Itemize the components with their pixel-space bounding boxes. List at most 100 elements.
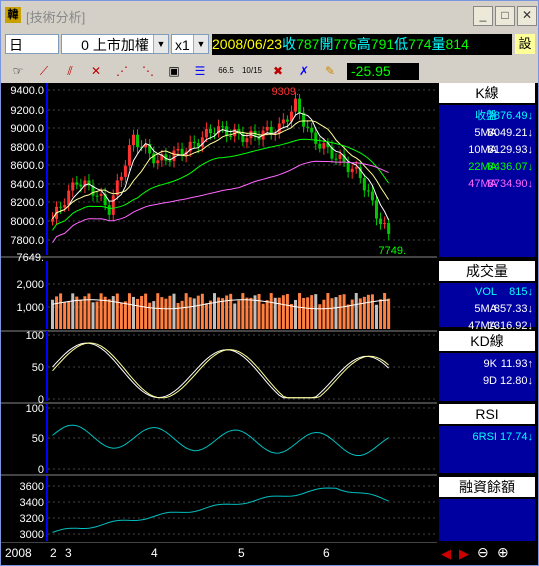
pen-icon[interactable]: ✎ [319, 60, 341, 82]
volume-bar [233, 303, 237, 329]
k-value-text: 8436.07 [487, 161, 528, 173]
candle-body [67, 190, 71, 206]
zoom-select[interactable]: x1 ▼ [171, 34, 209, 54]
k-panel-title[interactable]: K線 [439, 83, 535, 103]
x-axis-label: 3 [65, 546, 72, 560]
candle-body [136, 134, 140, 147]
vol-value-text: 815 [509, 286, 528, 298]
scroll-right-icon[interactable]: ▶ [459, 546, 469, 562]
candle-body [314, 132, 318, 144]
volume-bar [140, 295, 144, 329]
draw-channel-icon[interactable]: ⫽ [59, 60, 81, 82]
fan-lines-icon[interactable]: ⋰ [111, 60, 133, 82]
candle-body [156, 160, 160, 164]
ma5-line [52, 112, 390, 221]
kd-line-1: 9D 12.80↓ [439, 374, 535, 388]
candle-body [192, 141, 196, 143]
quote-open-label: 開 [319, 36, 334, 52]
candle-body [306, 126, 310, 128]
candle-body [123, 165, 127, 177]
candle-body [229, 136, 233, 138]
chart-area[interactable]: 9400.0 9200.0 9000.0 8800.0 8600.0 8400.0 8200… [1, 83, 437, 543]
delete-drawing-icon[interactable]: ✖ [267, 60, 289, 82]
period-select[interactable]: 日 [5, 34, 59, 54]
minimize-button[interactable]: _ [473, 6, 493, 26]
settings-button[interactable]: 設 [515, 34, 535, 54]
zoom-in-icon[interactable]: ⊕ [497, 544, 509, 561]
volume-bar [107, 299, 111, 329]
close-button[interactable]: ✕ [517, 6, 537, 26]
volume-bar [350, 299, 354, 329]
gann-icon[interactable]: ☰ [189, 60, 211, 82]
zoom-out-icon[interactable]: ⊖ [477, 544, 489, 561]
maximize-button[interactable]: □ [495, 6, 515, 26]
candle-body [75, 182, 79, 185]
y-tick-label: 7649. [16, 252, 44, 264]
fib-1015-icon[interactable]: 10/15 [241, 60, 263, 82]
volume-bar [213, 293, 216, 329]
volume-bar [136, 298, 140, 329]
kd-value-text: 11.93 [500, 358, 528, 370]
kd-arrow-icon: ↑ [527, 358, 534, 370]
candle-body [79, 184, 83, 187]
margin-panel-title[interactable]: 融資餘額 [439, 477, 535, 497]
volume-bar [168, 295, 172, 329]
candle-body [176, 148, 180, 151]
cross-tool-icon[interactable]: ✗ [293, 60, 315, 82]
volume-bar [346, 304, 350, 329]
vol-panel-title[interactable]: 成交量 [439, 261, 535, 281]
y-tick-label: 8400.0 [10, 179, 44, 191]
quote-high-label: 高 [356, 36, 371, 52]
volume-bar [91, 302, 95, 329]
candle-body [277, 123, 281, 134]
volume-bar [277, 297, 281, 329]
volume-bar [265, 300, 269, 329]
volume-bar [294, 299, 297, 329]
y-tick-label: 1,000 [16, 302, 44, 314]
candle-body [375, 200, 378, 219]
rsi-line-value: 17.74↓ [500, 430, 533, 444]
index-select[interactable]: 0 上市加權 ▼ [61, 34, 169, 54]
volume-bar [208, 300, 212, 329]
scroll-left-icon[interactable]: ◀ [441, 546, 451, 562]
vol-line-0: VOL 815↓ [439, 285, 535, 299]
chevron-down-icon[interactable]: ▼ [193, 35, 208, 53]
volume-bar [127, 293, 131, 329]
quote-open-value: 776 [333, 36, 357, 52]
volume-bar [310, 295, 314, 329]
ma10-line [52, 120, 390, 220]
fib-618-icon[interactable]: 66.5 [215, 60, 237, 82]
volume-bar [55, 296, 59, 329]
volume-bar [63, 302, 67, 329]
y-tick-label: 100 [26, 330, 44, 342]
volume-bar [241, 293, 245, 329]
stock-chart: 9400.0 9200.0 9000.0 8800.0 8600.0 8400.0 8200… [1, 83, 437, 543]
hand-icon[interactable]: ☞ [7, 60, 29, 82]
y-tick-label: 8000.0 [10, 216, 44, 228]
k-line-value: 8734.90↓ [488, 177, 533, 191]
k-line-value: 8129.93↓ [488, 143, 533, 157]
candle-body [99, 194, 103, 196]
quote-close-label: 收 [282, 36, 297, 52]
volume-ma-line [52, 299, 389, 310]
rsi-panel-title[interactable]: RSI [439, 404, 535, 424]
volume-bar [71, 293, 75, 329]
chevron-down-icon[interactable]: ▼ [153, 35, 168, 53]
candle-body [350, 168, 354, 173]
select-box-icon[interactable]: ▣ [163, 60, 185, 82]
volume-bar [302, 298, 306, 329]
draw-line-icon[interactable]: ⟋ [33, 60, 55, 82]
k-value-text: 8129.93 [487, 144, 528, 156]
volume-bar [196, 295, 200, 329]
k-line-0: 收盤 7876.49↓ [439, 109, 535, 123]
volume-bar [83, 296, 87, 329]
x-axis-label: 2008 [5, 546, 32, 560]
volume-bar [79, 299, 83, 329]
candle-body [338, 154, 342, 159]
speed-lines-icon[interactable]: ⋱ [137, 60, 159, 82]
kd-panel-title[interactable]: KD線 [439, 331, 535, 351]
fibonacci-icon[interactable]: ✕ [85, 60, 107, 82]
margin-panel-body [439, 499, 535, 541]
volume-bar [67, 301, 71, 329]
volume-bar [87, 293, 91, 329]
